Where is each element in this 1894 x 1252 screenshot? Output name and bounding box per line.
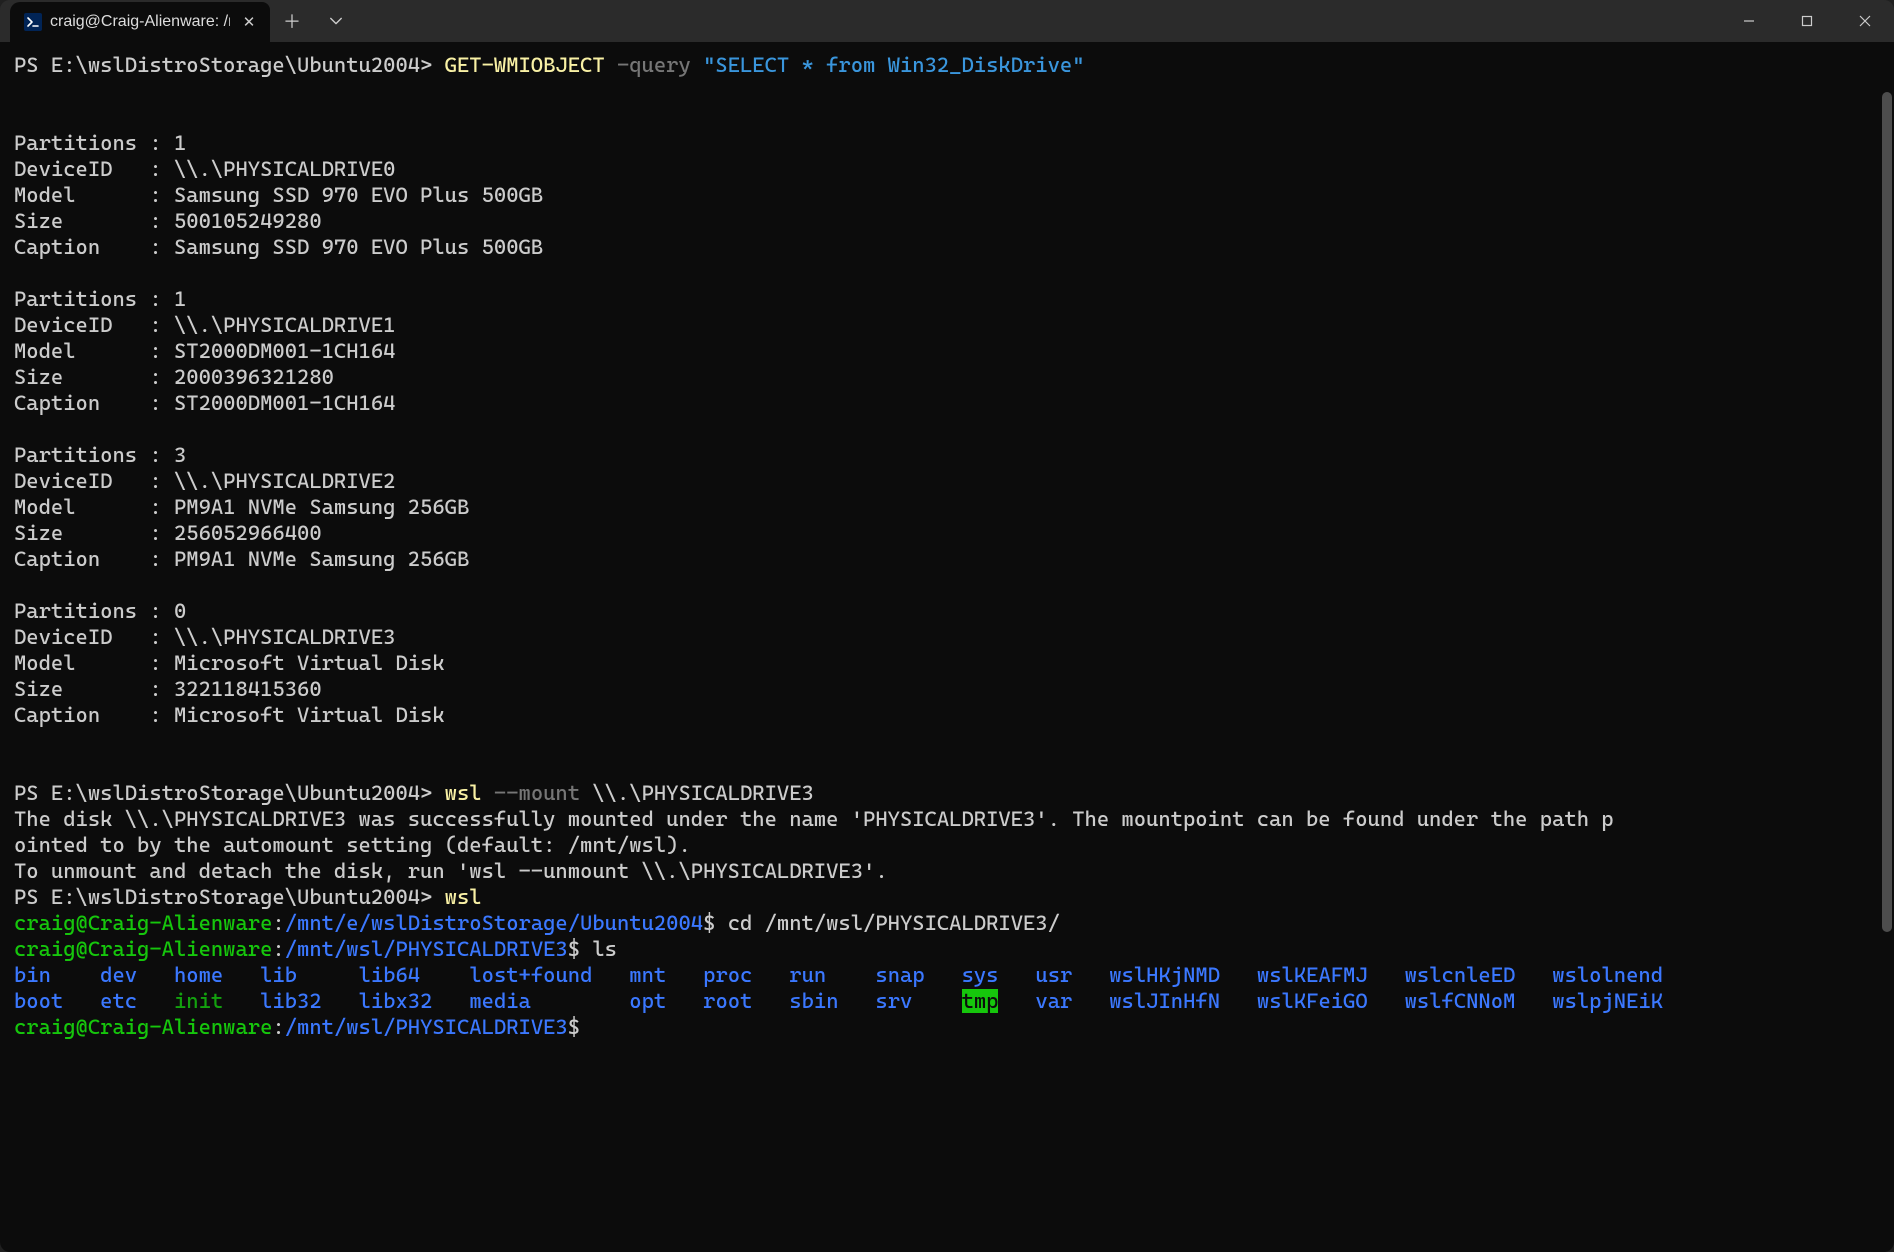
powershell-icon — [24, 13, 42, 31]
tab-dropdown-button[interactable] — [314, 0, 358, 42]
new-tab-button[interactable]: ＋ — [270, 0, 314, 42]
tab-title: craig@Craig-Alienware: /mnt/w — [50, 13, 230, 31]
close-button[interactable] — [1836, 0, 1894, 42]
terminal-surface[interactable]: PS E:\wslDistroStorage\Ubuntu2004> GET-W… — [0, 42, 1894, 1252]
terminal-window: craig@Craig-Alienware: /mnt/w ✕ ＋ PS E:\… — [0, 0, 1894, 1252]
titlebar[interactable]: craig@Craig-Alienware: /mnt/w ✕ ＋ — [0, 0, 1894, 42]
tab-active[interactable]: craig@Craig-Alienware: /mnt/w ✕ — [10, 2, 270, 42]
maximize-button[interactable] — [1778, 0, 1836, 42]
minimize-button[interactable] — [1720, 0, 1778, 42]
tab-close-button[interactable]: ✕ — [238, 13, 260, 31]
scrollbar[interactable] — [1880, 52, 1892, 1242]
titlebar-drag-area[interactable] — [358, 0, 1720, 42]
scroll-thumb[interactable] — [1882, 92, 1892, 932]
terminal-output: PS E:\wslDistroStorage\Ubuntu2004> GET-W… — [14, 52, 1880, 1040]
